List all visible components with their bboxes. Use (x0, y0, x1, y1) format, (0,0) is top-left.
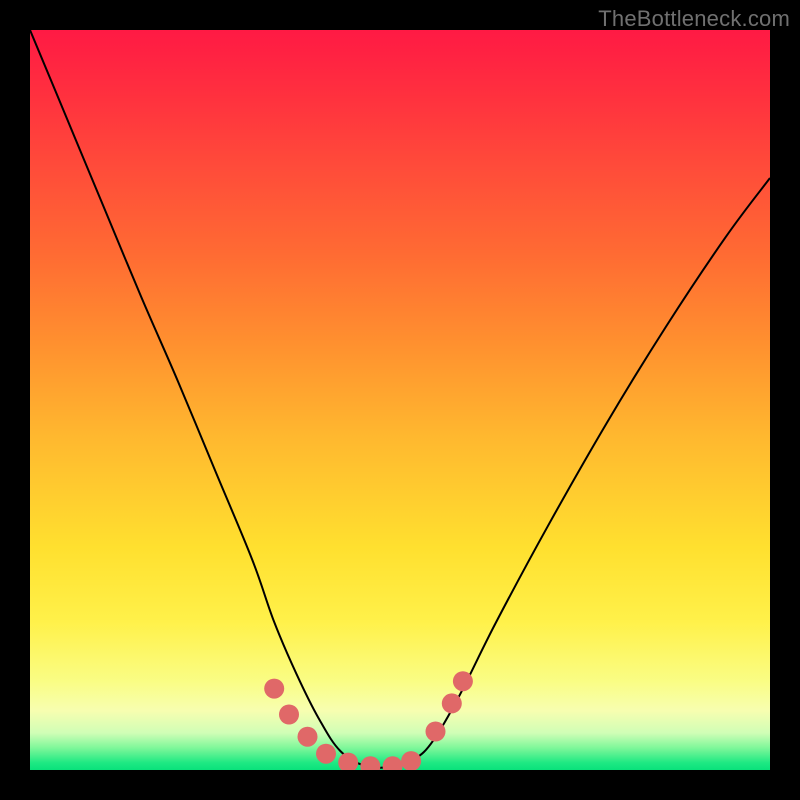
plot-area (30, 30, 770, 770)
highlight-marker (298, 727, 318, 747)
bottleneck-curve (30, 30, 770, 768)
watermark-text: TheBottleneck.com (598, 6, 790, 32)
highlight-marker (338, 753, 358, 770)
highlight-marker (442, 693, 462, 713)
highlight-marker (426, 722, 446, 742)
chart-frame: TheBottleneck.com (0, 0, 800, 800)
highlight-markers (264, 671, 473, 770)
highlight-marker (264, 679, 284, 699)
highlight-marker (401, 751, 421, 770)
highlight-marker (279, 705, 299, 725)
highlight-marker (316, 744, 336, 764)
highlight-marker (383, 756, 403, 770)
highlight-marker (453, 671, 473, 691)
highlight-marker (360, 756, 380, 770)
curve-svg (30, 30, 770, 770)
